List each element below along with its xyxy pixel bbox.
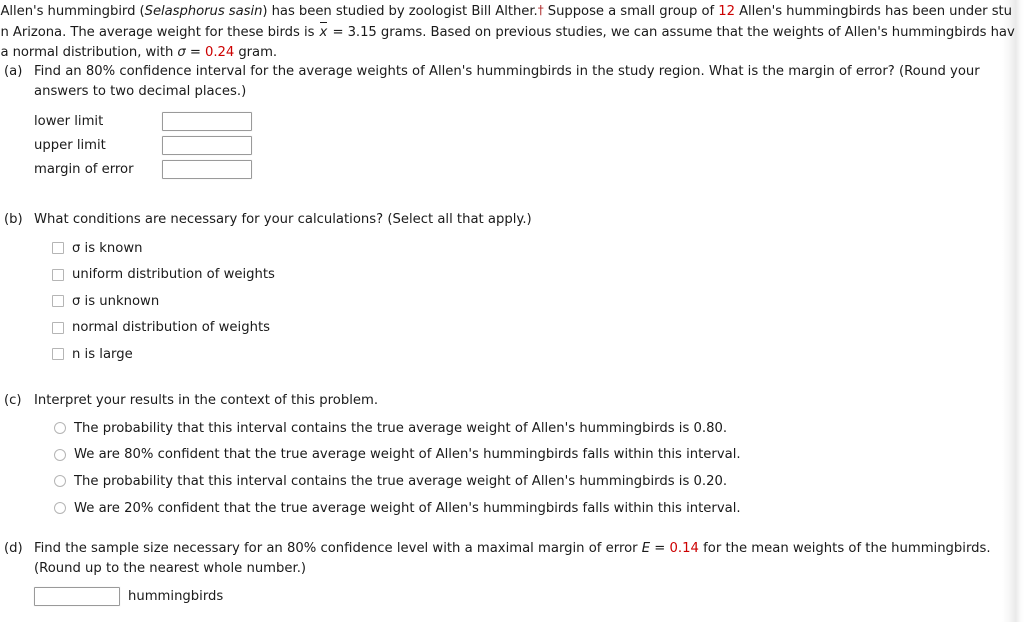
radio-option-label: The probability that this interval conta… bbox=[74, 420, 728, 436]
radio-button-icon[interactable] bbox=[54, 446, 66, 465]
problem-text-4: Allen's hummingbirds has been under stu bbox=[734, 4, 1012, 19]
radio-option-confident-80[interactable]: We are 80% confident that the true avera… bbox=[54, 442, 741, 469]
radio-option-label: We are 80% confident that the true avera… bbox=[74, 447, 741, 463]
problem-statement-line-2: n Arizona. The average weight for these … bbox=[0, 21, 1024, 44]
lower-limit-input[interactable] bbox=[162, 111, 252, 131]
radio-button-icon[interactable] bbox=[54, 499, 66, 518]
radio-option-probability-080[interactable]: The probability that this interval conta… bbox=[54, 416, 741, 443]
part-a-prompt: Find an 80% confidence interval for the … bbox=[34, 62, 980, 101]
problem-text-2: ) has been studied by zoologist Bill Alt… bbox=[262, 4, 538, 19]
problem-text-5: n Arizona. The average weight for these … bbox=[0, 24, 319, 40]
radio-option-confident-20[interactable]: We are 20% confident that the true avera… bbox=[54, 495, 741, 522]
part-d-answer-row: hummingbirds bbox=[34, 587, 991, 606]
checkbox-option-uniform-distribution[interactable]: uniform distribution of weights bbox=[52, 262, 532, 289]
problem-statement: Allen's hummingbird (Selasphorus sasin) … bbox=[0, 0, 1024, 64]
sample-size-input[interactable] bbox=[34, 587, 120, 606]
margin-of-error-input[interactable] bbox=[162, 159, 252, 179]
part-d-prompt-eq: = bbox=[650, 541, 670, 556]
sigma-symbol: σ bbox=[177, 45, 186, 61]
checkbox-option-sigma-known[interactable]: σ is known bbox=[52, 236, 532, 263]
checkbox-option-n-is-large[interactable]: n is large bbox=[52, 342, 532, 369]
margin-of-error-row: margin of error bbox=[34, 157, 980, 181]
E-value: 0.14 bbox=[669, 541, 699, 556]
checkbox-option-label: uniform distribution of weights bbox=[72, 267, 275, 283]
radio-option-label: We are 20% confident that the true avera… bbox=[74, 500, 741, 516]
problem-statement-line-1: Allen's hummingbird (Selasphorus sasin) … bbox=[0, 0, 1024, 23]
problem-statement-line-3: a normal distribution, with σ = 0.24 gra… bbox=[0, 43, 1024, 64]
part-b-options: σ is known uniform distribution of weigh… bbox=[52, 236, 532, 369]
part-d-label: (d) bbox=[4, 541, 23, 556]
radio-button-icon[interactable] bbox=[54, 472, 66, 491]
radio-option-label: The probability that this interval conta… bbox=[74, 473, 728, 489]
checkbox-option-label: n is large bbox=[72, 346, 133, 362]
part-a-fields: lower limit upper limit margin of error bbox=[34, 109, 980, 181]
problem-text-8: = bbox=[185, 45, 206, 61]
checkbox-option-label: σ is unknown bbox=[72, 293, 160, 309]
checkbox-option-normal-distribution[interactable]: normal distribution of weights bbox=[52, 315, 532, 342]
question-part-b: (b) What conditions are necessary for yo… bbox=[0, 210, 532, 368]
checkbox-icon[interactable] bbox=[52, 266, 64, 285]
part-c-prompt: Interpret your results in the context of… bbox=[34, 393, 379, 408]
checkbox-option-label: σ is known bbox=[72, 240, 143, 256]
problem-text-9: gram. bbox=[234, 45, 278, 61]
part-a-prompt-line-2: answers to two decimal places.) bbox=[34, 83, 247, 99]
sample-size-value: 12 bbox=[718, 4, 735, 19]
radio-button-icon[interactable] bbox=[54, 419, 66, 438]
sigma-value: 0.24 bbox=[205, 45, 235, 61]
question-part-a: (a) Find an 80% confidence interval for … bbox=[0, 62, 980, 181]
part-b-prompt: What conditions are necessary for your c… bbox=[34, 212, 532, 227]
x-bar-symbol: x bbox=[319, 21, 329, 44]
checkbox-option-label: normal distribution of weights bbox=[72, 320, 270, 336]
problem-page: Allen's hummingbird (Selasphorus sasin) … bbox=[0, 0, 1024, 622]
species-name: Selasphorus sasin bbox=[144, 4, 263, 19]
part-d-prompt-pre: Find the sample size necessary for an 80… bbox=[34, 541, 642, 556]
upper-limit-label: upper limit bbox=[34, 137, 106, 153]
part-a-label: (a) bbox=[4, 64, 23, 79]
part-a-prompt-line-1: Find an 80% confidence interval for the … bbox=[34, 64, 980, 79]
part-d-prompt: Find the sample size necessary for an 80… bbox=[34, 539, 991, 578]
question-part-c: (c) Interpret your results in the contex… bbox=[0, 391, 741, 522]
E-symbol: E bbox=[641, 541, 651, 556]
lower-limit-row: lower limit bbox=[34, 109, 980, 133]
part-b-label: (b) bbox=[4, 212, 23, 227]
sample-size-unit-label: hummingbirds bbox=[128, 589, 224, 604]
upper-limit-row: upper limit bbox=[34, 133, 980, 157]
part-c-label: (c) bbox=[4, 393, 22, 408]
checkbox-icon[interactable] bbox=[52, 319, 64, 338]
upper-limit-input[interactable] bbox=[162, 135, 252, 155]
problem-text-7: a normal distribution, with bbox=[0, 45, 178, 61]
checkbox-icon[interactable] bbox=[52, 239, 64, 258]
part-d-prompt-post: for the mean weights of the hummingbirds… bbox=[698, 541, 991, 556]
margin-of-error-label: margin of error bbox=[34, 161, 134, 177]
problem-text-1: Allen's hummingbird ( bbox=[0, 4, 145, 19]
part-c-options: The probability that this interval conta… bbox=[54, 416, 741, 522]
part-d-prompt-line-2: (Round up to the nearest whole number.) bbox=[34, 560, 307, 576]
checkbox-icon[interactable] bbox=[52, 292, 64, 311]
problem-text-6: = 3.15 grams. Based on previous studies,… bbox=[328, 24, 1015, 40]
checkbox-icon[interactable] bbox=[52, 345, 64, 364]
checkbox-option-sigma-unknown[interactable]: σ is unknown bbox=[52, 289, 532, 316]
radio-option-probability-020[interactable]: The probability that this interval conta… bbox=[54, 469, 741, 496]
problem-text-3: Suppose a small group of bbox=[543, 4, 719, 19]
question-part-d: (d) Find the sample size necessary for a… bbox=[0, 539, 991, 606]
lower-limit-label: lower limit bbox=[34, 113, 104, 129]
